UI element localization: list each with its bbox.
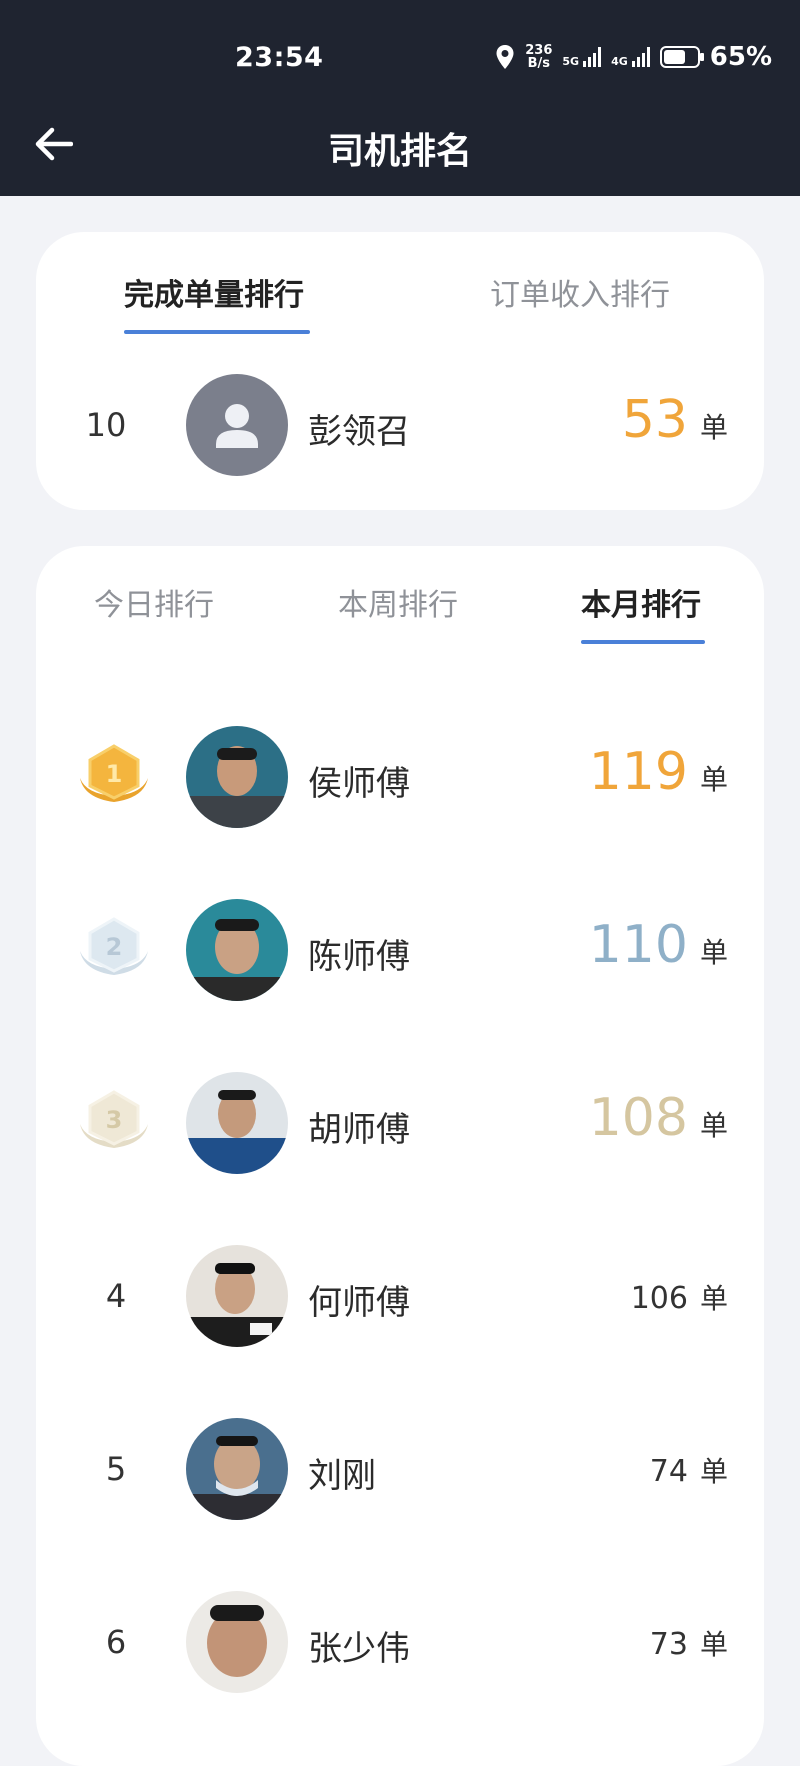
tab-this-week[interactable]: 本周排行 (338, 580, 458, 624)
gold-medal-icon: 1 (74, 740, 154, 812)
driver-photo-icon (186, 1418, 288, 1520)
ranking-type-tabs: 完成单量排行 订单收入排行 (36, 262, 764, 334)
driver-photo-icon (186, 1072, 288, 1174)
my-count-value: 53 (621, 390, 688, 450)
signal-bars-icon (631, 47, 650, 67)
network-speed: 236 B/s (525, 43, 553, 71)
my-rank-row: 10 彭领召 53 单 (36, 370, 764, 480)
list-item[interactable]: 4 何师傅 106 单 (36, 1241, 764, 1351)
driver-name: 侯师傅 (308, 764, 410, 804)
rank-number: 5 (105, 1450, 127, 1488)
rank-number: 4 (105, 1277, 127, 1315)
list-item[interactable]: 6 张少伟 73 单 (36, 1587, 764, 1697)
signal-5g: 5G (562, 47, 602, 67)
driver-count: 119 单 (589, 742, 728, 802)
driver-count: 73 单 (650, 1623, 728, 1663)
silver-medal-icon: 2 (74, 913, 154, 985)
driver-count-value: 106 (630, 1281, 688, 1316)
status-bar: 23:54 236 B/s 5G 4G 65% (0, 28, 800, 88)
avatar (186, 726, 288, 828)
driver-count-unit: 单 (699, 1109, 728, 1142)
svg-text:2: 2 (106, 933, 123, 961)
active-tab-underline (124, 330, 310, 334)
rank-number: 6 (105, 1623, 127, 1661)
driver-count-unit: 单 (699, 1628, 728, 1661)
driver-name: 张少伟 (308, 1629, 410, 1669)
driver-count-unit: 单 (699, 1282, 728, 1315)
svg-text:3: 3 (106, 1106, 123, 1134)
ranking-list-card: 今日排行 本周排行 本月排行 1 侯师傅 119 单 2 陈师傅 110 单 3… (36, 546, 764, 1766)
driver-count: 108 单 (589, 1088, 728, 1148)
active-tab-underline (581, 640, 705, 644)
avatar (186, 374, 288, 476)
driver-name: 陈师傅 (308, 937, 410, 977)
list-item[interactable]: 3 胡师傅 108 单 (36, 1068, 764, 1178)
bronze-medal-icon: 3 (74, 1086, 154, 1158)
driver-count: 110 单 (589, 915, 728, 975)
avatar (186, 1072, 288, 1174)
signal-bars-icon (583, 47, 602, 67)
driver-count-value: 73 (649, 1627, 688, 1662)
driver-count-unit: 单 (699, 1455, 728, 1488)
driver-name: 何师傅 (308, 1283, 410, 1323)
my-count: 53 单 (622, 390, 728, 450)
avatar (186, 1245, 288, 1347)
avatar (186, 1418, 288, 1520)
period-tabs: 今日排行 本周排行 本月排行 (36, 576, 764, 646)
list-item[interactable]: 1 侯师傅 119 单 (36, 722, 764, 832)
driver-photo-icon (186, 726, 288, 828)
driver-name: 刘刚 (308, 1456, 376, 1496)
tab-completed-orders[interactable]: 完成单量排行 (124, 270, 304, 314)
avatar (186, 899, 288, 1001)
driver-name: 胡师傅 (308, 1110, 410, 1150)
my-rank-number: 10 (85, 406, 127, 444)
tab-today[interactable]: 今日排行 (94, 580, 214, 624)
driver-count: 106 单 (631, 1277, 728, 1317)
driver-photo-icon (186, 1245, 288, 1347)
signal-4g: 4G (611, 47, 650, 67)
user-placeholder-icon (216, 404, 258, 448)
my-count-unit: 单 (699, 411, 728, 444)
my-name: 彭领召 (308, 412, 410, 452)
location-icon (496, 45, 514, 69)
avatar (186, 1591, 288, 1693)
battery-icon (659, 46, 704, 68)
top-bar: 23:54 236 B/s 5G 4G 65% 司机排名 (0, 0, 800, 196)
driver-count-value: 110 (588, 915, 688, 975)
driver-count-value: 108 (588, 1088, 688, 1148)
my-rank-card: 完成单量排行 订单收入排行 10 彭领召 53 单 (36, 232, 764, 510)
driver-count-value: 74 (649, 1454, 688, 1489)
driver-count-unit: 单 (699, 936, 728, 969)
driver-count-value: 119 (588, 742, 688, 802)
status-time: 23:54 (235, 42, 324, 73)
page-title: 司机排名 (327, 131, 472, 172)
driver-count-unit: 单 (699, 763, 728, 796)
status-icons: 236 B/s 5G 4G 65% (495, 42, 772, 72)
tab-this-month[interactable]: 本月排行 (581, 580, 701, 624)
list-item[interactable]: 2 陈师傅 110 单 (36, 895, 764, 1005)
svg-text:1: 1 (106, 760, 123, 788)
list-item[interactable]: 5 刘刚 74 单 (36, 1414, 764, 1524)
driver-count: 74 单 (650, 1450, 728, 1490)
nav-bar: 司机排名 (0, 104, 800, 184)
driver-photo-icon (186, 1591, 288, 1693)
tab-order-income[interactable]: 订单收入排行 (490, 270, 670, 314)
driver-photo-icon (186, 899, 288, 1001)
battery-percent: 65% (709, 42, 772, 72)
